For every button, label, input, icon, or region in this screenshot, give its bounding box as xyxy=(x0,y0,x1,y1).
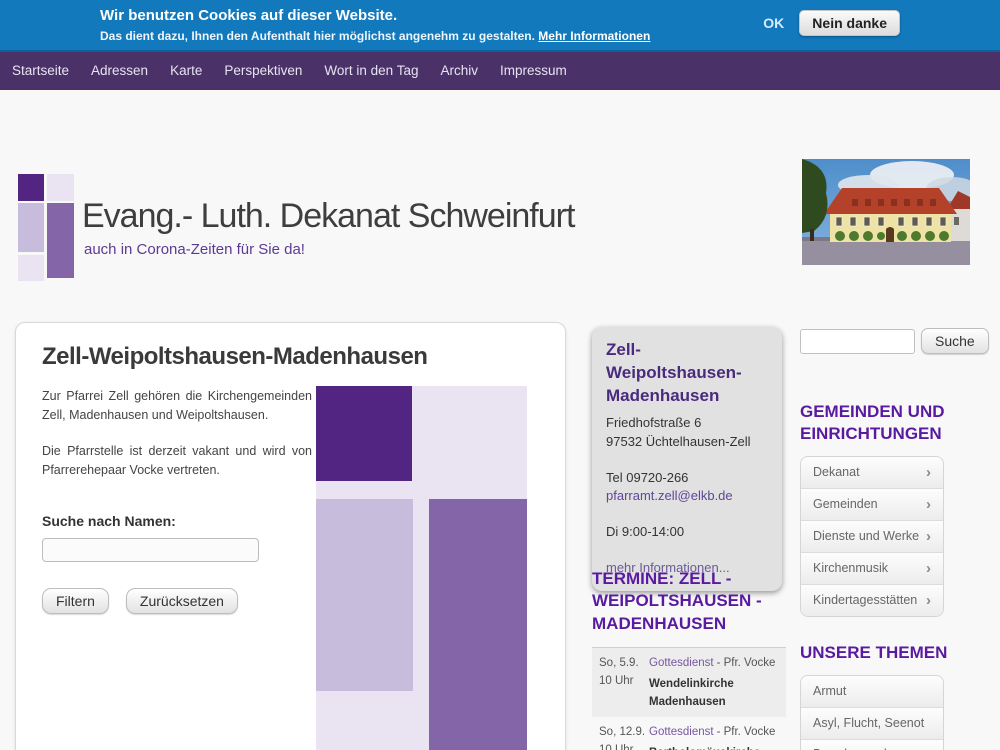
nav-item-perspektiven[interactable]: Perspektiven xyxy=(213,52,313,90)
chevron-right-icon: › xyxy=(926,463,931,483)
logo-image-cell-dark xyxy=(316,386,412,481)
contact-street: Friedhofstraße 6 xyxy=(606,414,768,433)
contact-card: Zell-Weipoltshausen-Madenhausen Friedhof… xyxy=(592,327,782,591)
sidebar-item-label: Asyl, Flucht, Seenot xyxy=(813,715,924,732)
building-photo xyxy=(802,159,970,265)
photo-cobblestone-ground xyxy=(802,239,970,265)
sidebar-item-label: Dienste und Werke xyxy=(813,528,919,545)
cookie-banner: Wir benutzen Cookies auf dieser Website.… xyxy=(0,0,1000,52)
gemeinden-menu: Dekanat › Gemeinden › Dienste und Werke … xyxy=(800,456,944,617)
contact-hours: Di 9:00-14:00 xyxy=(606,523,768,542)
sidebar-item-dekanat[interactable]: Dekanat › xyxy=(801,457,943,488)
contact-phone: Tel 09720-266 xyxy=(606,469,768,488)
event-time: 10 Uhr xyxy=(599,673,649,691)
sidebar-search: Suche xyxy=(800,328,971,354)
cookie-actions: OK Nein danke xyxy=(763,10,900,36)
chevron-right-icon: › xyxy=(926,527,931,547)
site-header: Evang.- Luth. Dekanat Schweinfurt auch i… xyxy=(0,90,1000,310)
logo-image-cell-medium xyxy=(429,499,527,750)
filter-button[interactable]: Filtern xyxy=(42,588,109,614)
nav-item-startseite[interactable]: Startseite xyxy=(1,52,80,90)
reset-button[interactable]: Zurücksetzen xyxy=(126,588,238,614)
sidebar-item-label: Armut xyxy=(813,683,846,700)
events-heading: TERMINE: ZELL - WEIPOLTSHAUSEN - MADENHA… xyxy=(592,568,786,635)
logo-cell-light xyxy=(18,203,44,252)
nav-item-adressen[interactable]: Adressen xyxy=(80,52,159,90)
photo-side-window xyxy=(954,217,959,225)
sidebar-item-kindertagesstaetten[interactable]: Kindertagesstätten › xyxy=(801,584,943,616)
sidebar-item-label: Dekanat xyxy=(813,464,860,481)
sidebar-item-bewahrung-der-schoepfung[interactable]: Bewahrung der Schöpfung xyxy=(801,739,943,750)
sidebar-item-label: Kirchenmusik xyxy=(813,560,888,577)
contact-city: 97532 Üchtelhausen-Zell xyxy=(606,433,768,452)
chevron-right-icon: › xyxy=(926,559,931,579)
event-date: So, 5.9. xyxy=(599,655,649,673)
event-time: 10 Uhr xyxy=(599,742,649,750)
sidebar-item-asyl-flucht-seenot[interactable]: Asyl, Flucht, Seenot xyxy=(801,707,943,739)
sidebar-item-dienste-und-werke[interactable]: Dienste und Werke › xyxy=(801,520,943,552)
event-row: So, 5.9. 10 Uhr Gottesdienst- Pfr. Vocke… xyxy=(592,648,786,717)
parish-logo-image xyxy=(316,386,527,750)
event-type-link[interactable]: Gottesdienst xyxy=(649,726,714,738)
event-row: So, 12.9. 10 Uhr Gottesdienst- Pfr. Vock… xyxy=(592,717,786,750)
event-celebrant: - Pfr. Vocke xyxy=(717,726,776,738)
chevron-right-icon: › xyxy=(926,495,931,515)
contact-email-link[interactable]: pfarramt.zell@elkb.de xyxy=(606,487,768,506)
sidebar: Suche GEMEINDEN UND EINRICHTUNGEN Dekana… xyxy=(800,328,971,750)
cookie-title: Wir benutzen Cookies auf dieser Website. xyxy=(100,7,650,24)
cookie-more-info-link[interactable]: Mehr Informationen xyxy=(538,29,650,43)
nav-item-karte[interactable]: Karte xyxy=(159,52,213,90)
cookie-ok-button[interactable]: OK xyxy=(763,15,784,31)
photo-entrance-door xyxy=(886,227,894,242)
event-date: So, 12.9. xyxy=(599,724,649,742)
event-info: Gottesdienst- Pfr. Vocke Bartholomäuskir… xyxy=(649,724,781,750)
cookie-banner-inner: Wir benutzen Cookies auf dieser Website.… xyxy=(100,0,900,43)
sidebar-item-label: Bewahrung der Schöpfung xyxy=(813,746,913,750)
cookie-message: Das dient dazu, Ihnen den Aufenthalt hie… xyxy=(100,29,650,43)
sidebar-heading-themen: UNSERE THEMEN xyxy=(800,642,971,664)
themen-menu: Armut Asyl, Flucht, Seenot Bewahrung der… xyxy=(800,675,944,750)
event-type-link[interactable]: Gottesdienst xyxy=(649,657,714,669)
event-date-time: So, 5.9. 10 Uhr xyxy=(599,655,649,711)
site-title: Evang.- Luth. Dekanat Schweinfurt xyxy=(82,197,574,236)
sidebar-search-button[interactable]: Suche xyxy=(921,328,989,354)
event-location: Wendelinkirche Madenhausen xyxy=(649,675,781,712)
cookie-text-block: Wir benutzen Cookies auf dieser Website.… xyxy=(100,0,650,43)
cookie-message-text: Das dient dazu, Ihnen den Aufenthalt hie… xyxy=(100,29,535,43)
event-celebrant: - Pfr. Vocke xyxy=(717,657,776,669)
photo-main-roof xyxy=(824,188,957,214)
page-title: Zell-Weipoltshausen-Madenhausen xyxy=(42,343,565,371)
logo-cell-dark xyxy=(18,174,44,201)
nav-item-wort-in-den-tag[interactable]: Wort in den Tag xyxy=(313,52,429,90)
sidebar-item-label: Kindertagesstätten xyxy=(813,592,917,609)
event-date-time: So, 12.9. 10 Uhr xyxy=(599,724,649,750)
chevron-right-icon: › xyxy=(926,591,931,611)
nav-item-impressum[interactable]: Impressum xyxy=(489,52,578,90)
photo-tree-trunk xyxy=(810,229,814,241)
main-nav: Startseite Adressen Karte Perspektiven W… xyxy=(0,52,1000,90)
logo-cell-medium xyxy=(47,203,74,278)
sidebar-item-kirchenmusik[interactable]: Kirchenmusik › xyxy=(801,552,943,584)
sidebar-item-armut[interactable]: Armut xyxy=(801,676,943,707)
logo-cell-pale-top xyxy=(47,174,74,201)
cookie-decline-button[interactable]: Nein danke xyxy=(799,10,900,36)
site-logo[interactable] xyxy=(18,174,74,281)
nav-item-archiv[interactable]: Archiv xyxy=(429,52,489,90)
main-content-card: Zell-Weipoltshausen-Madenhausen Zur Pfar… xyxy=(15,322,566,750)
sidebar-item-label: Gemeinden xyxy=(813,496,878,513)
sidebar-search-input[interactable] xyxy=(800,329,915,354)
intro-paragraph: Zur Pfarrei Zell gehören die Kirchengeme… xyxy=(42,387,312,426)
contact-title: Zell-Weipoltshausen-Madenhausen xyxy=(606,339,768,408)
sidebar-heading-gemeinden: GEMEINDEN UND EINRICHTUNGEN xyxy=(800,401,971,445)
events-section: TERMINE: ZELL - WEIPOLTSHAUSEN - MADENHA… xyxy=(592,568,786,750)
page: Wir benutzen Cookies auf dieser Website.… xyxy=(0,0,1000,750)
site-subtitle: auch in Corona-Zeiten für Sie da! xyxy=(84,241,305,258)
logo-image-cell-light xyxy=(316,499,413,691)
logo-cell-pale-bottom xyxy=(18,255,44,281)
sidebar-item-gemeinden[interactable]: Gemeinden › xyxy=(801,488,943,520)
name-search-input[interactable] xyxy=(42,538,259,562)
vacancy-paragraph: Die Pfarrstelle ist derzeit vakant und w… xyxy=(42,442,312,481)
event-info: Gottesdienst- Pfr. Vocke Wendelinkirche … xyxy=(649,655,781,711)
event-location: Bartholomäuskirche Weipoltshausen xyxy=(649,744,781,750)
